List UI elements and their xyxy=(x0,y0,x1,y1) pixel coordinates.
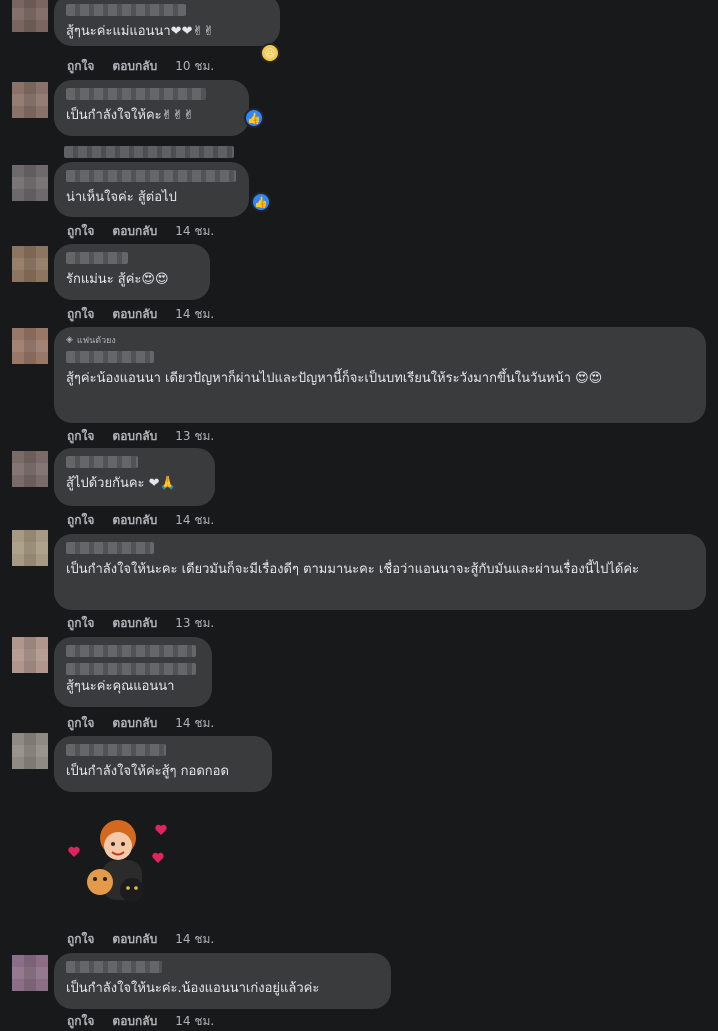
like-link[interactable]: ถูกใจ xyxy=(67,427,94,446)
like-link[interactable]: ถูกใจ xyxy=(67,511,94,530)
avatar[interactable] xyxy=(12,328,48,364)
like-link[interactable]: ถูกใจ xyxy=(67,1012,94,1031)
commenter-name-blurred[interactable] xyxy=(66,88,206,100)
comment-bubble: เป็นกำลังใจให้นะค่ะ.น้องแอนนาเก่งอยู่แล้… xyxy=(54,953,391,1009)
comment-actions: ถูกใจ ตอบกลับ 14 ชม. xyxy=(67,305,232,324)
avatar[interactable] xyxy=(12,451,48,487)
comment-bubble: สู้ๆนะค่ะคุณแอนนา xyxy=(54,637,212,707)
comment-text: รักแม่นะ สู้ค่ะ😍😍 xyxy=(66,272,169,287)
reply-link[interactable]: ตอบกลับ xyxy=(112,1012,157,1031)
comment-text: สู้ๆค่ะน้องแอนนา เดียวปัญหาก็ผ่านไปและปั… xyxy=(66,371,603,386)
avatar[interactable] xyxy=(12,530,48,566)
comment-actions: ถูกใจ ตอบกลับ 14 ชม. xyxy=(67,714,232,733)
like-link[interactable]: ถูกใจ xyxy=(67,222,94,241)
reply-link[interactable]: ตอบกลับ xyxy=(112,614,157,633)
reply-link[interactable]: ตอบกลับ xyxy=(112,222,157,241)
top-fan-badge: ◈ แฟนตัวยง xyxy=(66,333,694,347)
commenter-name-blurred[interactable] xyxy=(66,456,138,468)
diamond-icon: ◈ xyxy=(66,335,73,345)
like-link[interactable]: ถูกใจ xyxy=(67,305,94,324)
like-reaction-icon[interactable]: 👍 xyxy=(244,108,264,128)
comment-text: สู้ไปด้วยกันคะ ❤🙏 xyxy=(66,476,176,491)
comment-bubble: เป็นกำลังใจให้ค่ะสู้ๆ กอดกอด xyxy=(54,736,272,792)
comment-text: เป็นกำลังใจให้นะค่ะ.น้องแอนนาเก่งอยู่แล้… xyxy=(66,981,320,996)
comment-text: น่าเห็นใจค่ะ สู้ต่อไป xyxy=(66,190,177,205)
laugh-reaction-icon[interactable]: 😆 xyxy=(260,43,280,63)
comment-time[interactable]: 14 ชม. xyxy=(175,511,214,530)
comment-time[interactable]: 14 ชม. xyxy=(175,930,214,949)
like-link[interactable]: ถูกใจ xyxy=(67,57,94,76)
avatar[interactable] xyxy=(12,82,48,118)
comment-text: เป็นกำลังใจให้ค่ะสู้ๆ กอดกอด xyxy=(66,764,229,779)
avatar[interactable] xyxy=(12,165,48,201)
comment-bubble: เป็นกำลังใจให้คะ✌✌✌ xyxy=(54,80,249,136)
avatar-sticker[interactable] xyxy=(62,812,172,922)
commenter-name-blurred[interactable] xyxy=(66,4,186,16)
reply-link[interactable]: ตอบกลับ xyxy=(112,714,157,733)
comment-time[interactable]: 13 ชม. xyxy=(175,427,214,446)
comment-actions: ถูกใจ ตอบกลับ 13 ชม. xyxy=(67,427,232,446)
reply-link[interactable]: ตอบกลับ xyxy=(112,427,157,446)
badge-label: แฟนตัวยง xyxy=(76,336,116,346)
comment-bubble: รักแม่นะ สู้ค่ะ😍😍 xyxy=(54,244,210,300)
comment-time[interactable]: 13 ชม. xyxy=(175,614,214,633)
comment-text: เป็นกำลังใจให้คะ✌✌✌ xyxy=(66,108,195,123)
comment-bubble: สู้ไปด้วยกันคะ ❤🙏 xyxy=(54,448,215,506)
comment-text: สู้ๆนะค่ะคุณแอนนา xyxy=(66,679,175,694)
comment-time[interactable]: 14 ชม. xyxy=(175,222,214,241)
comment-text: สู้ๆนะค่ะแม่แอนนา❤❤✌✌ xyxy=(66,24,215,39)
reply-link[interactable]: ตอบกลับ xyxy=(112,305,157,324)
comment-time[interactable]: 14 ชม. xyxy=(175,1012,214,1031)
reply-link[interactable]: ตอบกลับ xyxy=(112,930,157,949)
avatar[interactable] xyxy=(12,637,48,673)
like-link[interactable]: ถูกใจ xyxy=(67,930,94,949)
comment-actions: ถูกใจ ตอบกลับ 14 ชม. xyxy=(67,1012,232,1031)
commenter-name-blurred[interactable] xyxy=(66,645,196,657)
commenter-name-blurred[interactable] xyxy=(66,252,128,264)
avatar[interactable] xyxy=(12,955,48,991)
commenter-name-blurred[interactable] xyxy=(66,542,154,554)
comment-actions: ถูกใจ ตอบกลับ 14 ชม. xyxy=(67,511,232,530)
comment-actions: ถูกใจ ตอบกลับ 14 ชม. xyxy=(67,222,232,241)
comment-actions: ถูกใจ ตอบกลับ 10 ชม. xyxy=(67,57,232,76)
comment-time[interactable]: 14 ชม. xyxy=(175,305,214,324)
commenter-name-blurred[interactable] xyxy=(66,351,154,363)
comment-bubble: น่าเห็นใจค่ะ สู้ต่อไป xyxy=(54,162,249,217)
like-reaction-icon[interactable]: 👍 xyxy=(251,192,271,212)
commenter-name-blurred[interactable] xyxy=(64,146,234,158)
comment-bubble: เป็นกำลังใจให้นะคะ เดียวมันก็จะมีเรื่องด… xyxy=(54,534,706,610)
commenter-name-blurred[interactable] xyxy=(66,170,236,182)
commenter-name-blurred[interactable] xyxy=(66,744,166,756)
reply-link[interactable]: ตอบกลับ xyxy=(112,57,157,76)
comment-bubble: สู้ๆนะค่ะแม่แอนนา❤❤✌✌ xyxy=(54,0,280,46)
commenter-name-blurred[interactable] xyxy=(66,961,162,973)
avatar[interactable] xyxy=(12,246,48,282)
avatar[interactable] xyxy=(12,0,48,32)
like-link[interactable]: ถูกใจ xyxy=(67,714,94,733)
comment-actions: ถูกใจ ตอบกลับ 14 ชม. xyxy=(67,930,232,949)
comment-actions: ถูกใจ ตอบกลับ 13 ชม. xyxy=(67,614,232,633)
like-link[interactable]: ถูกใจ xyxy=(67,614,94,633)
avatar[interactable] xyxy=(12,733,48,769)
comment-time[interactable]: 10 ชม. xyxy=(175,57,214,76)
comment-time[interactable]: 14 ชม. xyxy=(175,714,214,733)
comment-bubble: ◈ แฟนตัวยง สู้ๆค่ะน้องแอนนา เดียวปัญหาก็… xyxy=(54,327,706,423)
sticker-image xyxy=(68,820,167,902)
comment-text: เป็นกำลังใจให้นะคะ เดียวมันก็จะมีเรื่องด… xyxy=(66,562,640,577)
commenter-name-blurred[interactable] xyxy=(66,663,196,675)
reply-link[interactable]: ตอบกลับ xyxy=(112,511,157,530)
